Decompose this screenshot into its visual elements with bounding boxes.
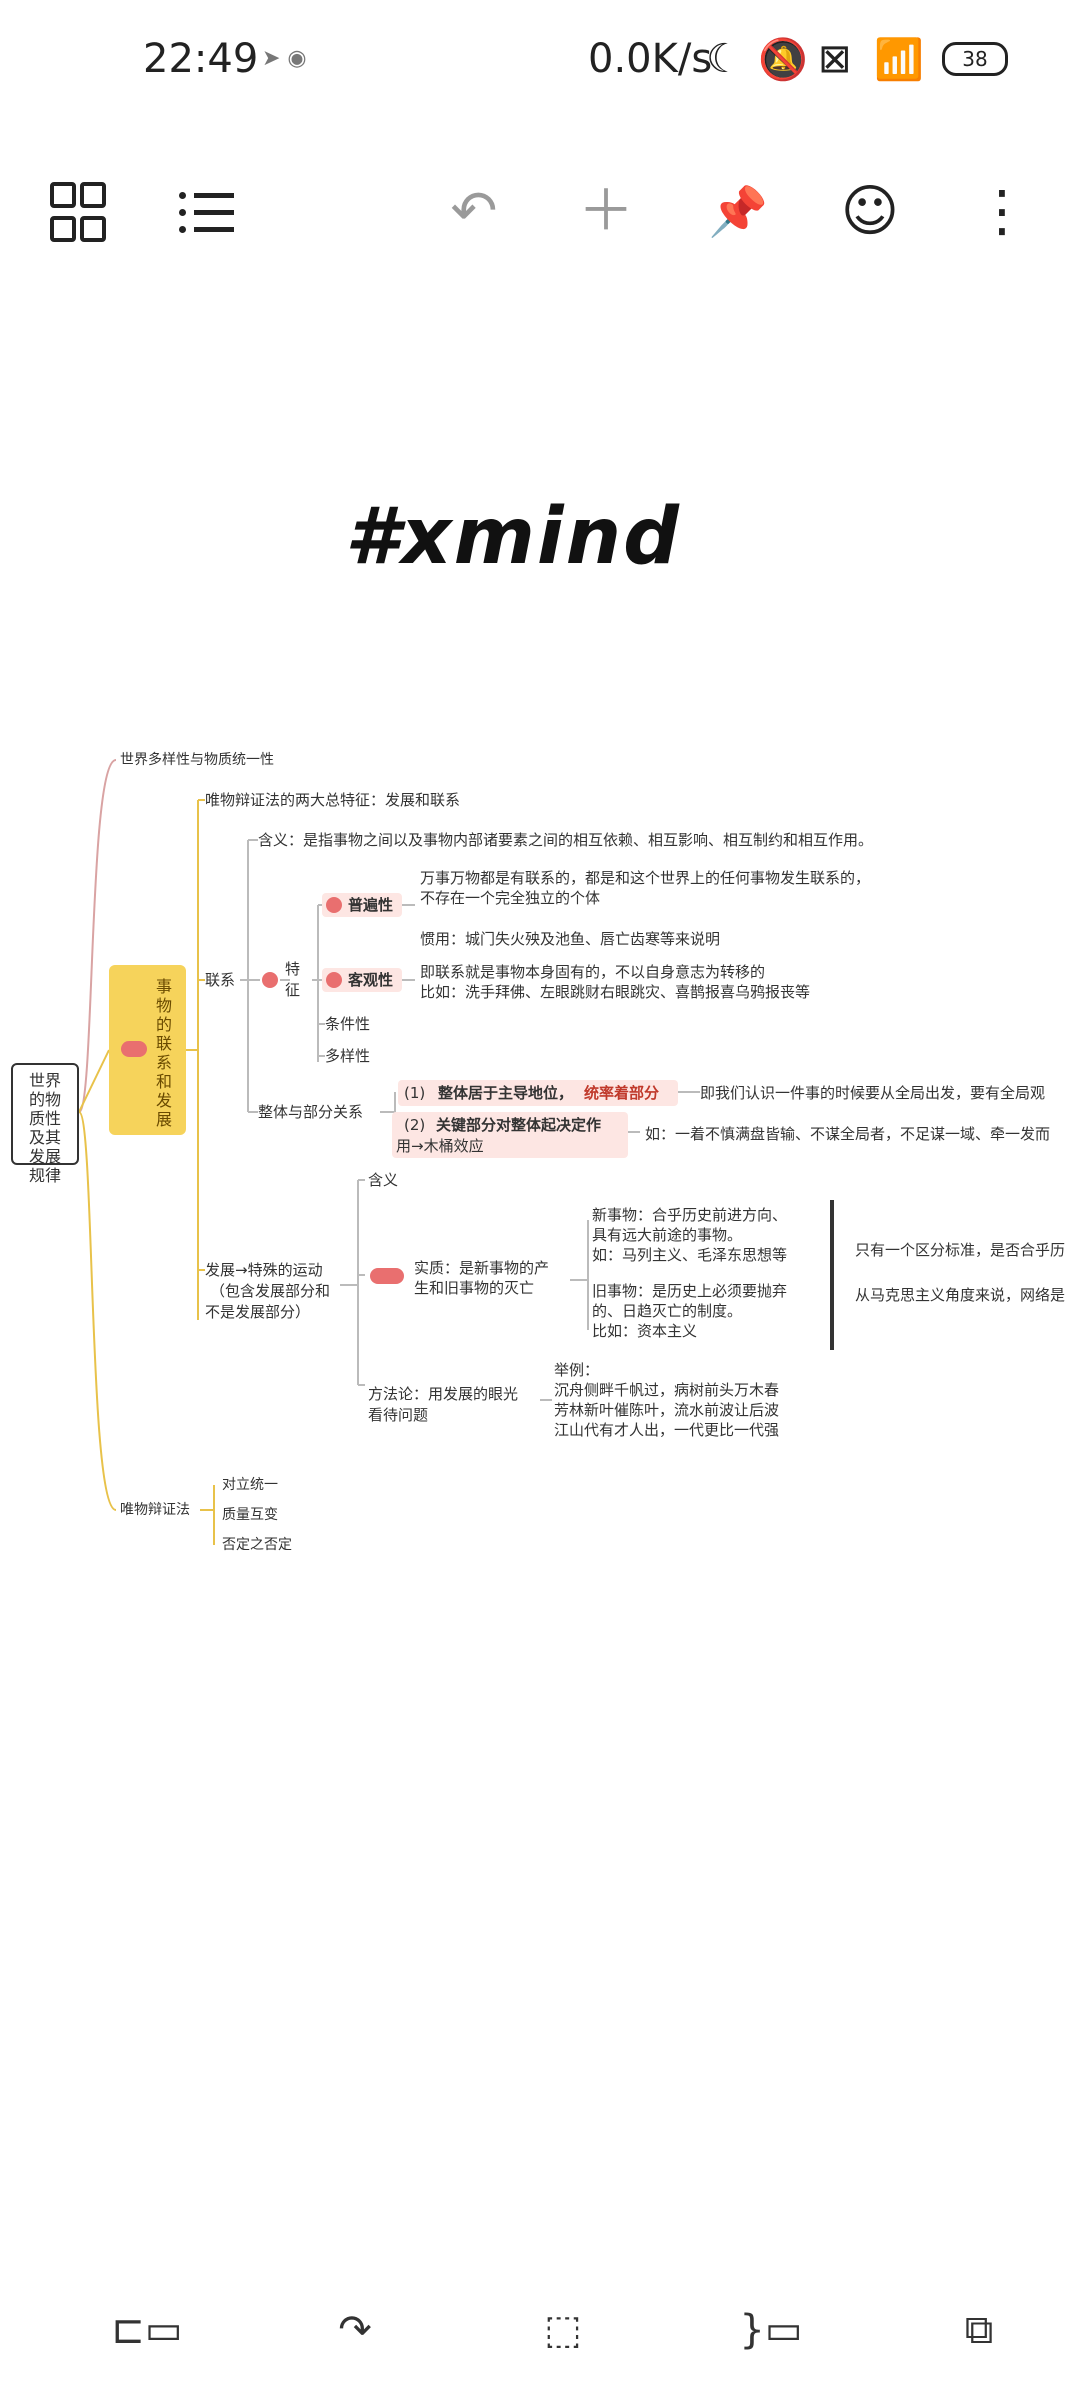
old-thing-1[interactable]: 旧事物：是历史上必须要抛弃 bbox=[592, 1281, 787, 1301]
topic-unity-opposites[interactable]: 对立统一 bbox=[222, 1475, 278, 1495]
topic-objectivity[interactable]: 客观性 bbox=[322, 968, 402, 992]
summary-bracket bbox=[830, 1200, 834, 1350]
whole-leads-parts: 统率着部分 bbox=[584, 1084, 660, 1102]
topic-diversity[interactable]: 多样性 bbox=[325, 1046, 370, 1066]
topic-quality-quantity[interactable]: 质量互变 bbox=[222, 1505, 278, 1525]
objectivity-desc-1[interactable]: 即联系就是事物本身固有的，不以自身意志为转移的 bbox=[420, 962, 765, 982]
mindmap-connectors bbox=[78, 759, 700, 1545]
development-sub-2[interactable]: 不是发展部分） bbox=[205, 1302, 310, 1322]
topic-materialist-dialectics[interactable]: 唯物辩证法 bbox=[120, 1500, 190, 1520]
keypart-example[interactable]: 如：一着不慎满盘皆输、不谋全局者，不足谋一域、牵一发而 bbox=[645, 1124, 1050, 1144]
topic-dev-definition[interactable]: 含义 bbox=[368, 1170, 398, 1190]
topic-universality-label: 普遍性 bbox=[348, 896, 394, 914]
status-time: 22:49 bbox=[143, 36, 259, 82]
mindmap-canvas[interactable]: 世界的物质性及其发展规律 世界多样性与物质统一性 事物的联系和发展 唯物辩证法的… bbox=[0, 740, 1080, 1580]
topic-key-part[interactable]: (2) 关键部分对整体起决定作 用→木桶效应 bbox=[392, 1112, 628, 1158]
methodology-1[interactable]: 方法论：用发展的眼光 bbox=[368, 1384, 518, 1404]
battery-icon: 38 bbox=[942, 42, 1008, 76]
wifi-icon: 📶 bbox=[874, 37, 924, 83]
whole-dominant-label: 整体居于主导地位， bbox=[438, 1084, 574, 1102]
grid-icon[interactable] bbox=[44, 180, 108, 244]
topic-essence-2[interactable]: 生和旧事物的灭亡 bbox=[414, 1278, 534, 1298]
topic-whole-part[interactable]: 整体与部分关系 bbox=[258, 1102, 363, 1122]
list-icon[interactable] bbox=[174, 180, 238, 244]
root-topic-label: 世界的物质性及其发展规律 bbox=[28, 1071, 61, 1185]
task-icon bbox=[370, 1268, 404, 1284]
boundary-icon[interactable]: ⬚ bbox=[528, 2300, 598, 2360]
keypart-prefix: (2) bbox=[404, 1116, 426, 1134]
topic-connection-development-label: 事物的联系和发展 bbox=[155, 977, 172, 1129]
new-thing-3[interactable]: 如：马列主义、毛泽东思想等 bbox=[592, 1245, 787, 1265]
summary-note-1[interactable]: 只有一个区分标准，是否合乎历 bbox=[855, 1240, 1065, 1260]
insert-topic-icon[interactable]: ⊏▭ bbox=[111, 2300, 182, 2360]
topic-essence-1[interactable]: 实质：是新事物的产 bbox=[414, 1258, 549, 1278]
topic-feature[interactable]: 特征 bbox=[285, 959, 303, 1001]
old-thing-2[interactable]: 的、日趋灭亡的制度。 bbox=[592, 1301, 742, 1321]
notification-icons: ➤ ◉ bbox=[262, 46, 307, 71]
marker-icon bbox=[262, 972, 278, 988]
topic-universality[interactable]: 普遍性 bbox=[322, 893, 402, 917]
mute-icon: 🔕 bbox=[758, 37, 808, 83]
toolbar: ↶ ＋ 📌 ☺ ⋮ bbox=[0, 170, 1080, 250]
topic-connection-development[interactable]: 事物的联系和发展 bbox=[109, 965, 186, 1135]
objectivity-desc-2[interactable]: 比如：洗手拜佛、左眼跳财右眼跳灾、喜鹊报喜乌鸦报丧等 bbox=[420, 982, 810, 1002]
methodology-2[interactable]: 看待问题 bbox=[368, 1405, 428, 1425]
connect-icon[interactable]: ↷ bbox=[320, 2300, 390, 2360]
topic-negation[interactable]: 否定之否定 bbox=[222, 1535, 292, 1555]
example-line-2[interactable]: 芳林新叶催陈叶，流水前波让后波 bbox=[554, 1400, 779, 1420]
example-line-1[interactable]: 沉舟侧畔千帆过，病树前头万木春 bbox=[554, 1380, 779, 1400]
new-thing-1[interactable]: 新事物：合乎历史前进方向、 bbox=[592, 1205, 787, 1225]
universality-desc-1[interactable]: 万事万物都是有联系的，都是和这个世界上的任何事物发生联系的， bbox=[420, 868, 870, 888]
marker-icon bbox=[326, 897, 342, 913]
development-sub-1[interactable]: （包含发展部分和 bbox=[210, 1281, 330, 1301]
summary-note-2[interactable]: 从马克思主义角度来说，网络是 bbox=[855, 1285, 1065, 1305]
keypart-label: 关键部分对整体起决定作 bbox=[436, 1116, 602, 1134]
whole-dominant-note[interactable]: 即我们认识一件事的时候要从全局出发，要有全局观 bbox=[700, 1083, 1045, 1103]
topic-connection[interactable]: 联系 bbox=[205, 970, 235, 990]
topic-development[interactable]: 发展→特殊的运动 bbox=[205, 1260, 323, 1280]
new-thing-2[interactable]: 具有远大前途的事物。 bbox=[592, 1225, 742, 1245]
canvas-title[interactable]: #xmind bbox=[345, 492, 681, 582]
marker-icon bbox=[326, 972, 342, 988]
topic-world-diversity[interactable]: 世界多样性与物质统一性 bbox=[120, 750, 274, 770]
summary-icon[interactable]: }▭ bbox=[736, 2300, 806, 2360]
topic-whole-dominant[interactable]: (1) 整体居于主导地位， 统率着部分 bbox=[398, 1080, 678, 1106]
sim-off-icon: ⊠ bbox=[818, 36, 852, 82]
pin-icon[interactable]: 📌 bbox=[706, 180, 770, 244]
root-topic[interactable]: 世界的物质性及其发展规律 bbox=[11, 1063, 79, 1185]
more-icon[interactable]: ⋮ bbox=[970, 180, 1034, 244]
emoji-icon[interactable]: ☺ bbox=[838, 180, 902, 244]
universality-desc-2[interactable]: 不存在一个完全独立的个体 bbox=[420, 888, 600, 908]
topic-two-features[interactable]: 唯物辩证法的两大总特征：发展和联系 bbox=[205, 790, 460, 810]
old-thing-3[interactable]: 比如：资本主义 bbox=[592, 1321, 697, 1341]
add-icon[interactable]: ＋ bbox=[574, 180, 638, 244]
universality-example[interactable]: 惯用：城门失火殃及池鱼、唇亡齿寒等来说明 bbox=[420, 929, 720, 949]
topic-definition[interactable]: 含义：是指事物之间以及事物内部诸要素之间的相互依赖、相互影响、相互制约和相互作用… bbox=[258, 830, 873, 850]
status-bar: 22:49 ➤ ◉ 0.0K/s ☾ 🔕 ⊠ 📶 38 bbox=[0, 0, 1080, 120]
subtopic-icon[interactable]: ⧉ bbox=[944, 2300, 1014, 2360]
task-icon bbox=[121, 1041, 147, 1057]
network-speed: 0.0K/s bbox=[588, 36, 713, 82]
moon-icon: ☾ bbox=[706, 36, 742, 82]
topic-objectivity-label: 客观性 bbox=[348, 971, 394, 989]
topic-conditionality[interactable]: 条件性 bbox=[325, 1014, 370, 1034]
undo-icon[interactable]: ↶ bbox=[442, 180, 506, 244]
example-line-3[interactable]: 江山代有才人出，一代更比一代强 bbox=[554, 1420, 779, 1440]
bottom-toolbar: ⊏▭ ↷ ⬚ }▭ ⧉ bbox=[0, 2290, 1080, 2370]
example-title[interactable]: 举例： bbox=[554, 1360, 599, 1380]
keypart-barrel: 用→木桶效应 bbox=[396, 1137, 484, 1155]
whole-prefix: (1) bbox=[404, 1084, 426, 1102]
